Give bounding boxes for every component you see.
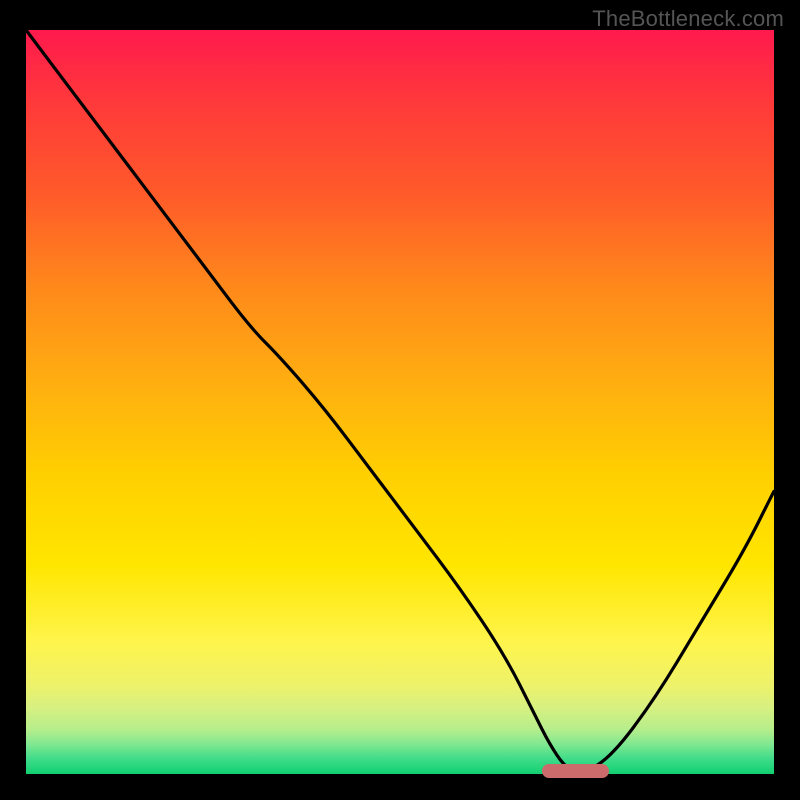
plot-area <box>26 30 774 774</box>
minimum-marker <box>542 764 609 778</box>
chart-container: TheBottleneck.com <box>0 0 800 800</box>
bottleneck-curve-path <box>26 30 774 772</box>
watermark-text: TheBottleneck.com <box>592 6 784 32</box>
curve-svg <box>26 30 774 774</box>
